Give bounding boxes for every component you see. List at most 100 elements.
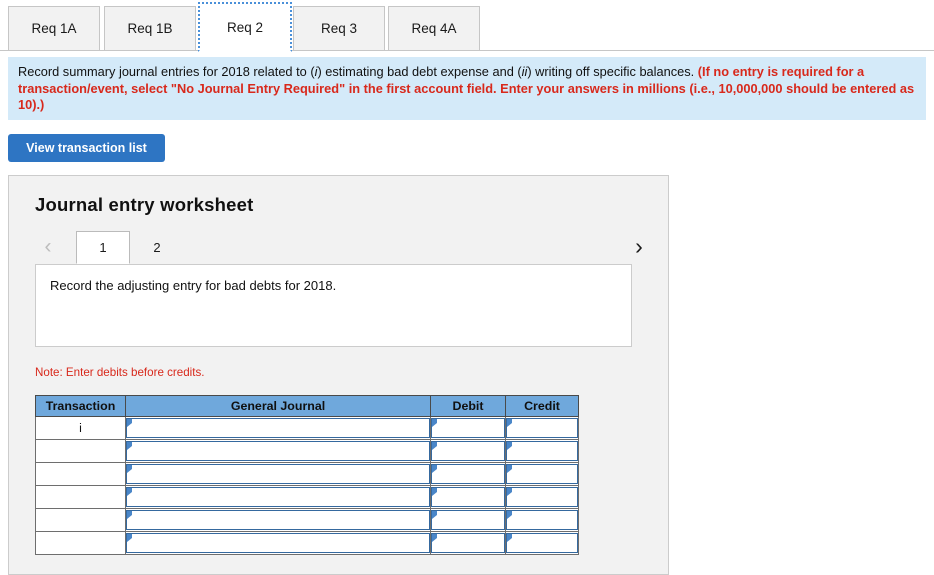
view-transaction-list-button[interactable]: View transaction list bbox=[8, 134, 165, 162]
general-journal-cell bbox=[125, 508, 431, 532]
instruction-text-part-1: Record summary journal entries for 2018 … bbox=[18, 64, 315, 79]
cell-flag-triangle-icon bbox=[432, 534, 437, 542]
entry-pager: ‹ › 1 2 bbox=[35, 229, 652, 264]
cell-flag-triangle-icon bbox=[127, 534, 132, 542]
debit-input-row-2[interactable] bbox=[431, 441, 505, 461]
cell-flag-triangle-icon bbox=[127, 442, 132, 450]
debits-before-credits-note: Note: Enter debits before credits. bbox=[35, 366, 205, 379]
debit-input-row-3[interactable] bbox=[431, 464, 505, 484]
debit-input-row-1[interactable] bbox=[431, 418, 505, 438]
credit-input-row-6[interactable] bbox=[506, 533, 578, 553]
debit-cell bbox=[430, 439, 506, 463]
page-title: Journal entry worksheet bbox=[35, 194, 254, 215]
credit-input-row-3[interactable] bbox=[506, 464, 578, 484]
entry-page-tab-label: 2 bbox=[153, 240, 161, 255]
credit-cell bbox=[505, 485, 579, 509]
debit-cell bbox=[430, 416, 506, 440]
table-row bbox=[35, 462, 579, 486]
credit-cell bbox=[505, 439, 579, 463]
tab-req-1b[interactable]: Req 1B bbox=[104, 6, 196, 51]
transaction-cell bbox=[35, 439, 126, 463]
tab-req-2[interactable]: Req 2 bbox=[198, 2, 292, 52]
cell-flag-triangle-icon bbox=[507, 511, 512, 519]
chevron-left-icon[interactable]: ‹ bbox=[35, 229, 61, 263]
requirement-tabs: Req 1A Req 1B Req 2 Req 3 Req 4A bbox=[0, 0, 934, 55]
general-journal-cell bbox=[125, 485, 431, 509]
cell-flag-triangle-icon bbox=[127, 419, 132, 427]
debit-input-row-6[interactable] bbox=[431, 533, 505, 553]
task-description-text: Record the adjusting entry for bad debts… bbox=[50, 278, 337, 293]
debit-cell bbox=[430, 531, 506, 555]
cell-flag-triangle-icon bbox=[507, 442, 512, 450]
journal-table-header-row: Transaction General Journal Debit Credit bbox=[35, 395, 579, 417]
credit-input-row-1[interactable] bbox=[506, 418, 578, 438]
general-journal-cell bbox=[125, 416, 431, 440]
credit-cell bbox=[505, 462, 579, 486]
table-row bbox=[35, 508, 579, 532]
column-header-transaction: Transaction bbox=[35, 395, 126, 417]
cell-flag-triangle-icon bbox=[127, 465, 132, 473]
cell-flag-triangle-icon bbox=[507, 419, 512, 427]
tab-label: Req 2 bbox=[226, 19, 264, 35]
tab-label: Req 4A bbox=[411, 21, 457, 36]
transaction-cell bbox=[35, 485, 126, 509]
transaction-cell bbox=[35, 508, 126, 532]
general-journal-cell bbox=[125, 439, 431, 463]
table-row: i bbox=[35, 416, 579, 440]
tab-label: Req 1B bbox=[127, 21, 173, 36]
tab-req-1a[interactable]: Req 1A bbox=[8, 6, 100, 51]
column-header-general-journal: General Journal bbox=[125, 395, 431, 417]
column-header-debit: Debit bbox=[430, 395, 506, 417]
instruction-text-part-2: ) estimating bad debt expense and ( bbox=[317, 64, 522, 79]
general-journal-input-row-1[interactable] bbox=[126, 418, 430, 438]
credit-input-row-5[interactable] bbox=[506, 510, 578, 530]
general-journal-cell bbox=[125, 462, 431, 486]
instruction-text-part-3: ) writing off specific balances. bbox=[527, 64, 698, 79]
entry-page-tab-1[interactable]: 1 bbox=[76, 231, 130, 264]
transaction-cell bbox=[35, 531, 126, 555]
table-row bbox=[35, 531, 579, 555]
table-row bbox=[35, 485, 579, 509]
cell-flag-triangle-icon bbox=[507, 534, 512, 542]
cell-flag-triangle-icon bbox=[507, 465, 512, 473]
tab-label: Req 1A bbox=[31, 21, 77, 36]
debit-cell bbox=[430, 462, 506, 486]
credit-cell bbox=[505, 531, 579, 555]
credit-cell bbox=[505, 508, 579, 532]
tab-label: Req 3 bbox=[320, 21, 358, 36]
cell-flag-triangle-icon bbox=[432, 488, 437, 496]
instruction-banner: Record summary journal entries for 2018 … bbox=[8, 57, 926, 120]
entry-page-tab-2[interactable]: 2 bbox=[130, 231, 184, 264]
cell-flag-triangle-icon bbox=[507, 488, 512, 496]
cell-flag-triangle-icon bbox=[127, 488, 132, 496]
journal-entry-worksheet-panel: Journal entry worksheet ‹ › 1 2 Record th… bbox=[8, 175, 669, 575]
chevron-right-icon[interactable]: › bbox=[626, 229, 652, 263]
column-header-credit: Credit bbox=[505, 395, 579, 417]
journal-table-body: i bbox=[35, 416, 579, 555]
table-row bbox=[35, 439, 579, 463]
debit-input-row-4[interactable] bbox=[431, 487, 505, 507]
cell-flag-triangle-icon bbox=[432, 442, 437, 450]
journal-entry-table: Transaction General Journal Debit Credit i bbox=[35, 395, 579, 555]
credit-input-row-2[interactable] bbox=[506, 441, 578, 461]
transaction-cell: i bbox=[35, 416, 126, 440]
general-journal-cell bbox=[125, 531, 431, 555]
credit-cell bbox=[505, 416, 579, 440]
task-description-box: Record the adjusting entry for bad debts… bbox=[35, 264, 632, 347]
general-journal-input-row-6[interactable] bbox=[126, 533, 430, 553]
entry-page-tab-label: 1 bbox=[99, 240, 107, 255]
tab-req-4a[interactable]: Req 4A bbox=[388, 6, 480, 51]
general-journal-input-row-5[interactable] bbox=[126, 510, 430, 530]
transaction-cell bbox=[35, 462, 126, 486]
general-journal-input-row-4[interactable] bbox=[126, 487, 430, 507]
credit-input-row-4[interactable] bbox=[506, 487, 578, 507]
cell-flag-triangle-icon bbox=[432, 419, 437, 427]
tab-req-3[interactable]: Req 3 bbox=[293, 6, 385, 51]
cell-flag-triangle-icon bbox=[127, 511, 132, 519]
debit-cell bbox=[430, 485, 506, 509]
cell-flag-triangle-icon bbox=[432, 465, 437, 473]
debit-cell bbox=[430, 508, 506, 532]
general-journal-input-row-3[interactable] bbox=[126, 464, 430, 484]
debit-input-row-5[interactable] bbox=[431, 510, 505, 530]
general-journal-input-row-2[interactable] bbox=[126, 441, 430, 461]
